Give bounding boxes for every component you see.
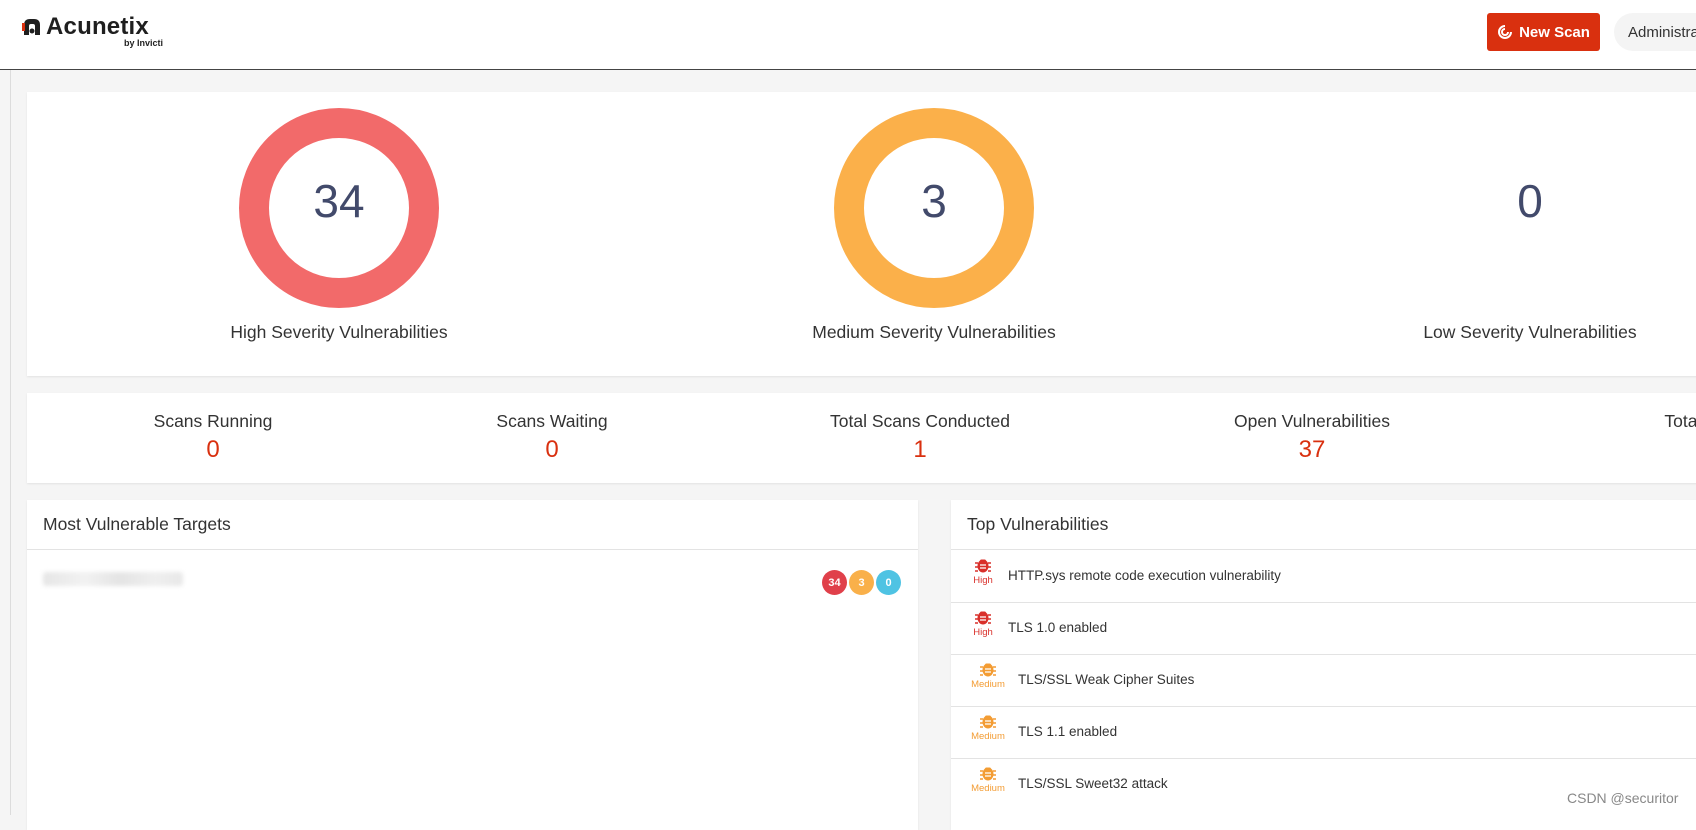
stat-scans-waiting[interactable]: Scans Waiting 0 — [432, 411, 672, 464]
vulnerability-row[interactable]: High HTTP.sys remote code execution vuln… — [951, 550, 1696, 603]
vulnerability-name[interactable]: TLS 1.0 enabled — [1008, 620, 1107, 635]
medium-severity-count: 3 — [921, 175, 947, 227]
medium-count-badge: 3 — [849, 570, 874, 595]
vulnerability-row[interactable]: High TLS 1.0 enabled — [951, 602, 1696, 655]
low-severity-label: Low Severity Vulnerabilities — [1423, 322, 1637, 342]
severity-indicator: High — [963, 556, 1003, 586]
stat-value: 0 — [545, 436, 559, 463]
stat-label: Open Vulnerabilities — [1234, 411, 1390, 431]
severity-text: Medium — [971, 783, 1005, 794]
high-severity-label: High Severity Vulnerabilities — [230, 322, 448, 342]
logo-text: Acunetix — [46, 13, 149, 40]
severity-text: Medium — [971, 679, 1005, 690]
vulnerability-name[interactable]: TLS/SSL Weak Cipher Suites — [1018, 672, 1194, 687]
low-severity-count: 0 — [1517, 175, 1543, 227]
vulnerability-name[interactable]: TLS/SSL Sweet32 attack — [1018, 776, 1168, 791]
most-vulnerable-targets-panel: Most Vulnerable Targets 34 3 0 — [27, 500, 918, 830]
bug-icon — [980, 715, 996, 729]
bug-icon — [975, 559, 991, 573]
stat-value: 1 — [1587, 436, 1696, 464]
sidebar-divider — [10, 70, 11, 815]
bug-icon — [980, 663, 996, 677]
severity-text: High — [973, 627, 993, 638]
stat-value: 1 — [913, 436, 927, 463]
stat-label: Total Scans Conducted — [830, 411, 1010, 431]
stat-total-targets[interactable]: Total Targe 1 — [1587, 411, 1696, 464]
new-scan-button[interactable]: New Scan — [1487, 13, 1600, 51]
stat-label: Scans Running — [153, 411, 273, 431]
scan-icon — [1498, 25, 1513, 39]
severity-text: High — [973, 575, 993, 586]
stat-value: 0 — [206, 436, 220, 463]
bug-icon — [980, 767, 996, 781]
scan-stats-card: Scans Running 0 Scans Waiting 0 Total Sc… — [27, 393, 1696, 483]
panel-title: Top Vulnerabilities — [951, 500, 1696, 550]
bug-icon — [975, 611, 991, 625]
severity-text: Medium — [971, 731, 1005, 742]
target-address-redacted[interactable] — [43, 572, 183, 586]
medium-severity-widget[interactable]: 3 Medium Severity Vulnerabilities — [754, 108, 1114, 368]
low-count-badge: 0 — [876, 570, 901, 595]
severity-indicator: Medium — [968, 764, 1008, 794]
high-count-badge: 34 — [822, 570, 847, 595]
top-vulnerabilities-panel: Top Vulnerabilities High HTTP.sys remote… — [951, 500, 1696, 830]
stat-open-vulnerabilities[interactable]: Open Vulnerabilities 37 — [1192, 411, 1432, 464]
acunetix-logo[interactable]: Acunetix by Invicti — [22, 13, 172, 50]
user-menu-button[interactable]: Administra — [1614, 13, 1696, 51]
severity-indicator: High — [963, 608, 1003, 638]
high-severity-count: 34 — [313, 175, 365, 227]
stat-total-scans[interactable]: Total Scans Conducted 1 — [800, 411, 1040, 464]
low-severity-widget[interactable]: 0 Low Severity Vulnerabilities — [1350, 108, 1696, 368]
severity-indicator: Medium — [968, 660, 1008, 690]
vulnerability-name[interactable]: TLS 1.1 enabled — [1018, 724, 1117, 739]
stat-scans-running[interactable]: Scans Running 0 — [93, 411, 333, 464]
vulnerability-row[interactable]: Medium TLS 1.1 enabled — [951, 706, 1696, 759]
vulnerability-row[interactable]: Medium TLS/SSL Weak Cipher Suites — [951, 654, 1696, 707]
stat-label: Total Targe — [1664, 411, 1696, 431]
stat-label: Scans Waiting — [496, 411, 608, 431]
logo-subtext: by Invicti — [124, 38, 164, 48]
watermark: CSDN @securitor — [1567, 790, 1679, 806]
panel-title: Most Vulnerable Targets — [27, 500, 918, 550]
new-scan-label: New Scan — [1519, 23, 1590, 41]
top-header: Acunetix by Invicti New Scan Administra — [0, 0, 1696, 70]
medium-severity-label: Medium Severity Vulnerabilities — [812, 322, 1056, 342]
severity-summary-card: 34 High Severity Vulnerabilities 3 Mediu… — [27, 92, 1696, 376]
acunetix-logo-icon — [22, 19, 40, 35]
stat-value: 37 — [1298, 436, 1326, 463]
high-severity-widget[interactable]: 34 High Severity Vulnerabilities — [159, 108, 519, 368]
vulnerability-name[interactable]: HTTP.sys remote code execution vulnerabi… — [1008, 568, 1281, 583]
severity-indicator: Medium — [968, 712, 1008, 742]
user-label: Administra — [1628, 23, 1696, 41]
